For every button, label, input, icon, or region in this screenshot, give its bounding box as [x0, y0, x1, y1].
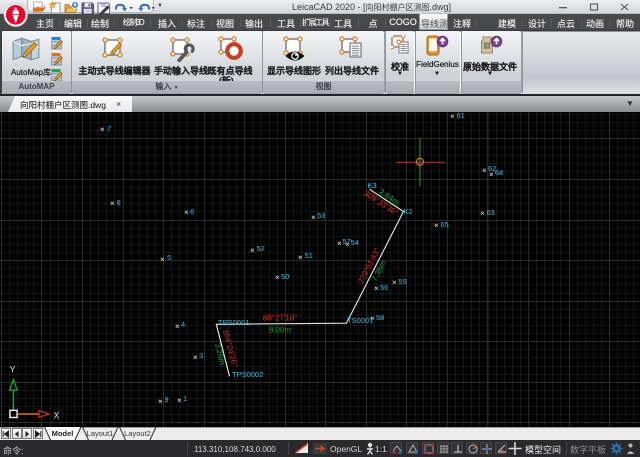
svg-text:X: X	[54, 411, 60, 421]
svg-text:Y: Y	[10, 365, 16, 375]
